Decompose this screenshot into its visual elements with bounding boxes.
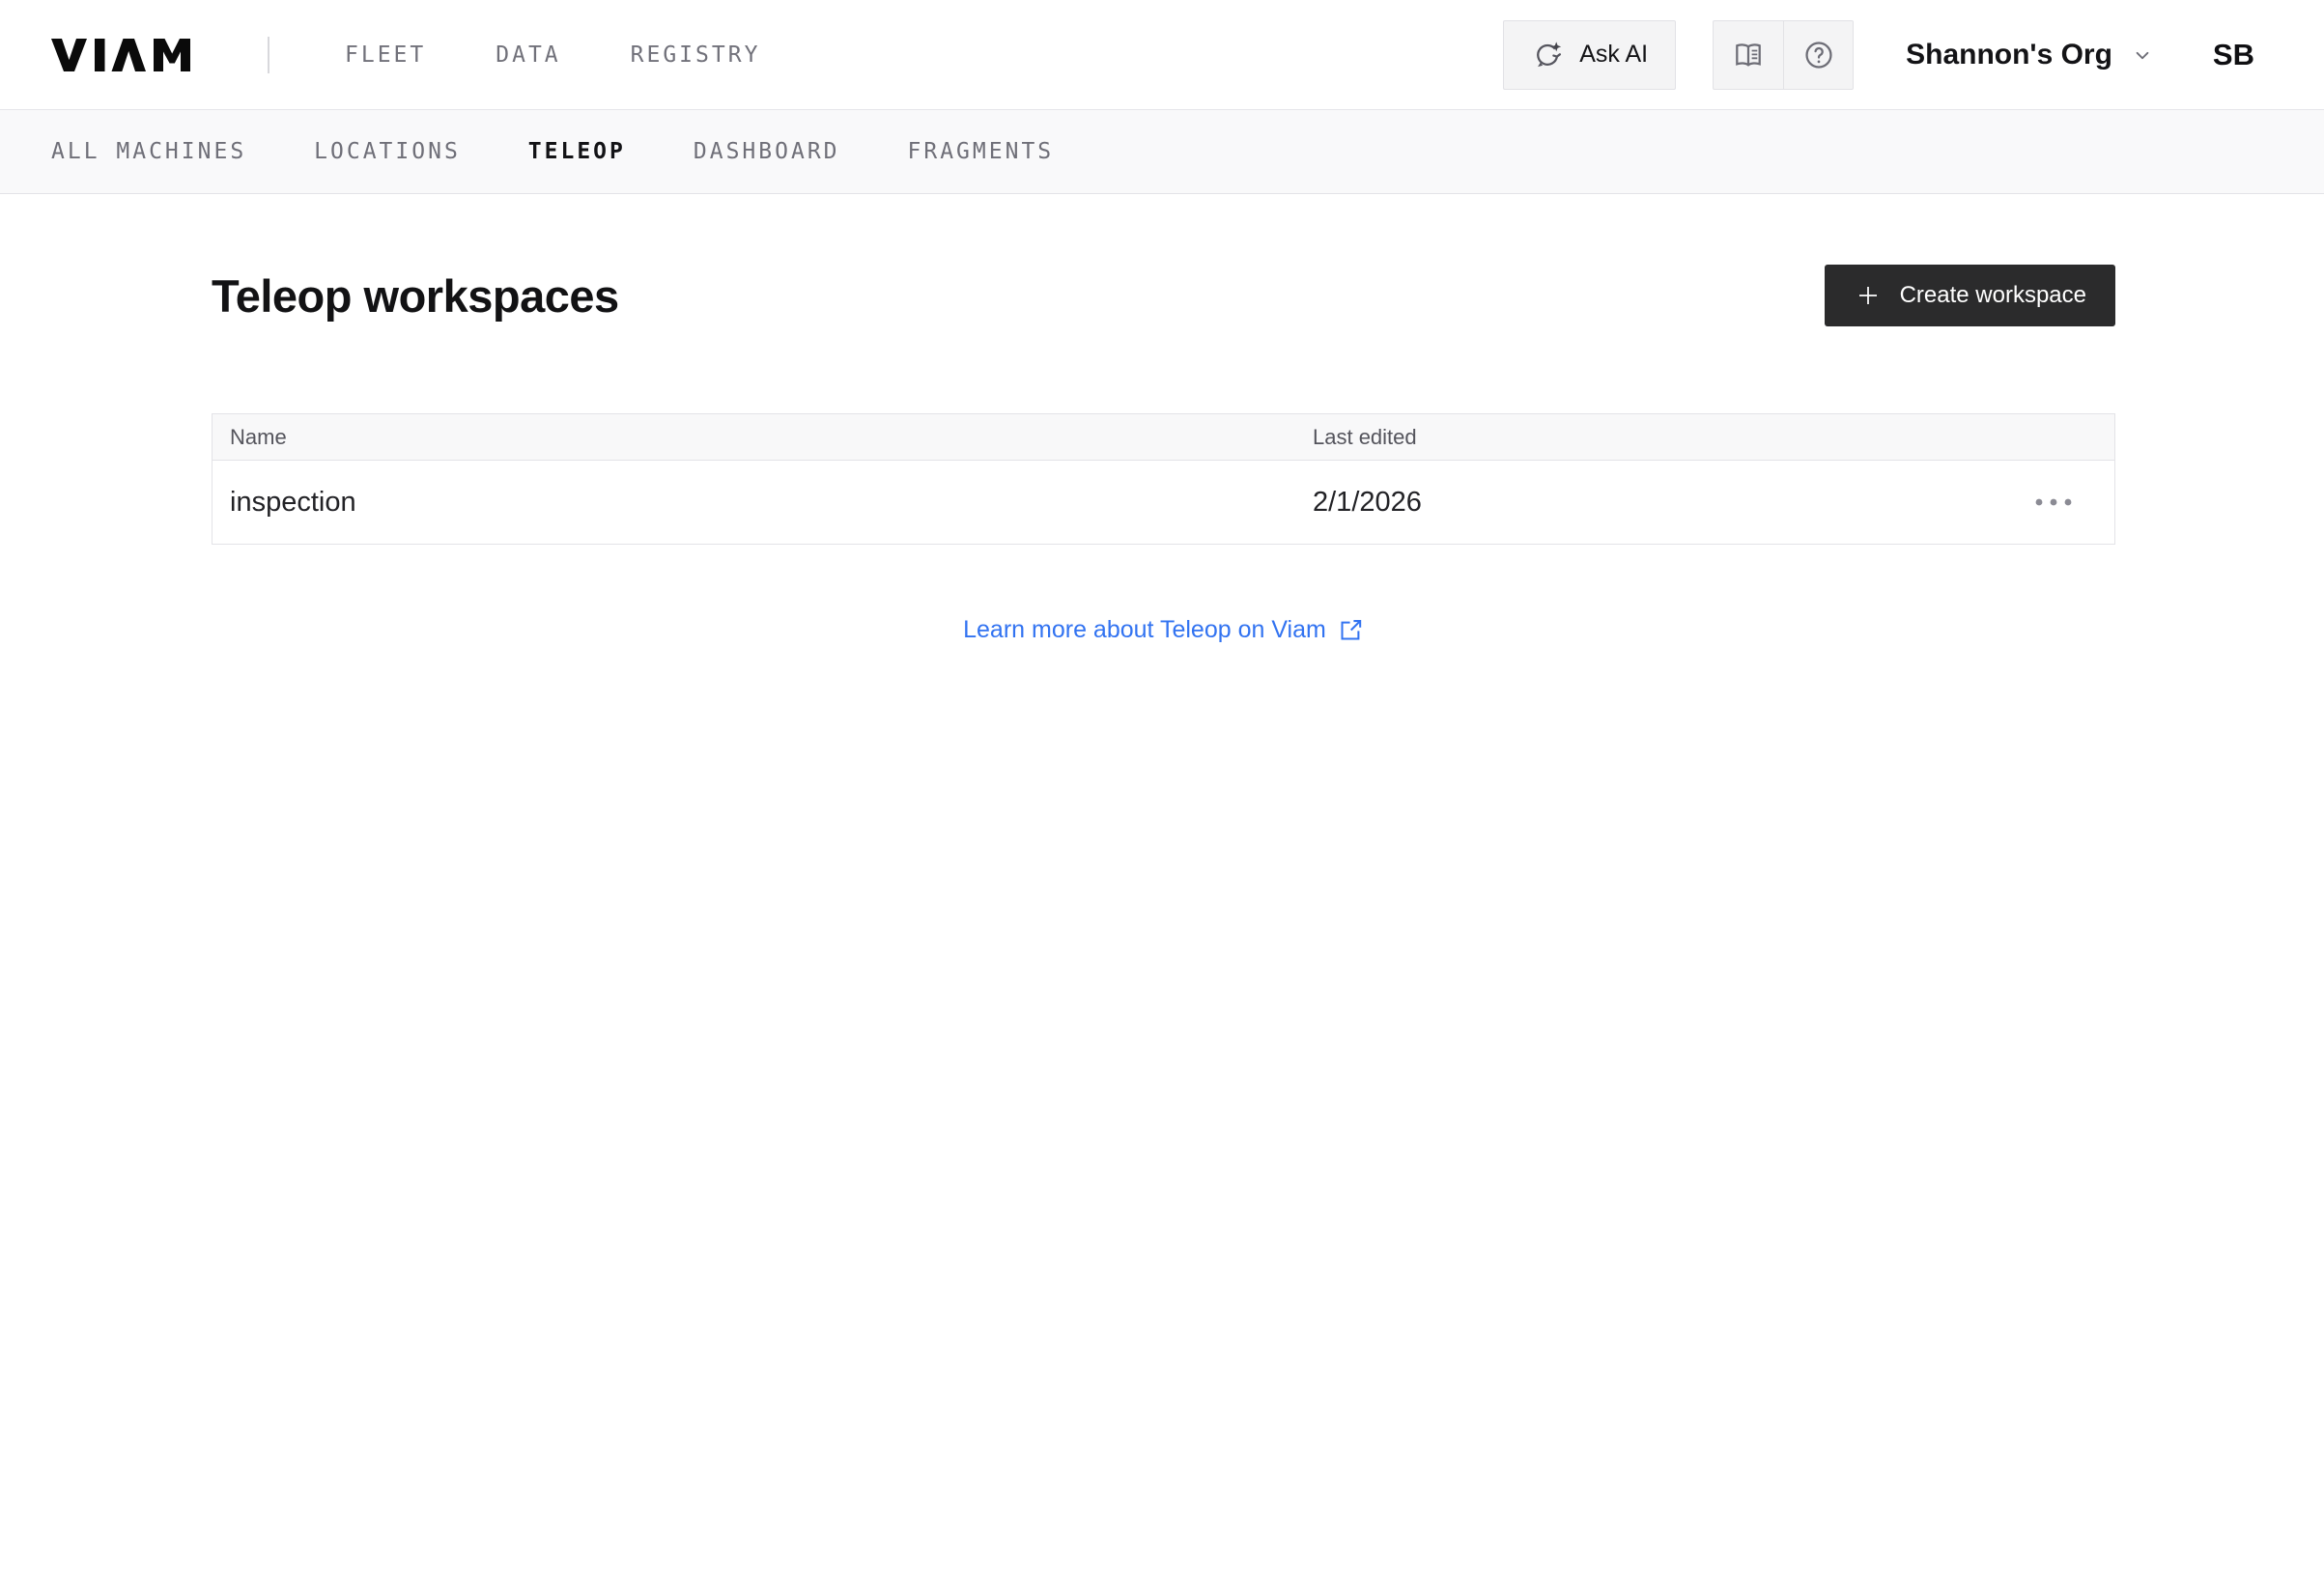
title-row: Teleop workspaces Create workspace	[212, 265, 2115, 326]
tab-teleop[interactable]: TELEOP	[528, 139, 626, 164]
viam-logo[interactable]	[51, 38, 190, 71]
last-edited-cell: 2/1/2026	[1313, 486, 1422, 518]
sparkle-refresh-icon	[1531, 39, 1564, 71]
learn-more-label: Learn more about Teleop on Viam	[963, 616, 1326, 643]
table-header-row: Name Last edited	[213, 414, 2114, 461]
avatar[interactable]: SB	[2213, 38, 2254, 72]
plus-icon	[1854, 281, 1883, 310]
ask-ai-label: Ask AI	[1579, 41, 1649, 68]
page-title: Teleop workspaces	[212, 269, 619, 322]
learn-more-link[interactable]: Learn more about Teleop on Viam	[963, 616, 1364, 644]
table-row[interactable]: inspection 2/1/2026	[213, 461, 2114, 544]
top-header: FLEET DATA REGISTRY Ask AI Shannon's Org…	[0, 0, 2324, 109]
workspaces-table: Name Last edited inspection 2/1/2026	[212, 413, 2115, 545]
main-content: Teleop workspaces Create workspace Name …	[212, 265, 2115, 644]
org-name: Shannon's Org	[1906, 38, 2112, 70]
column-header-last-edited: Last edited	[1313, 424, 1417, 449]
ellipsis-icon	[2033, 496, 2074, 508]
tab-all-machines[interactable]: ALL MACHINES	[51, 139, 246, 164]
column-header-name: Name	[230, 424, 287, 449]
create-workspace-label: Create workspace	[1899, 282, 2086, 308]
open-book-icon	[1731, 38, 1766, 72]
docs-button[interactable]	[1714, 21, 1783, 89]
tab-locations[interactable]: LOCATIONS	[314, 139, 461, 164]
nav-registry[interactable]: REGISTRY	[631, 42, 761, 68]
help-button[interactable]	[1783, 20, 1853, 89]
external-link-icon	[1338, 617, 1364, 643]
row-menu-button[interactable]	[2020, 487, 2087, 518]
header-divider	[268, 36, 269, 73]
ask-ai-button[interactable]: Ask AI	[1503, 19, 1677, 90]
tab-dashboard[interactable]: DASHBOARD	[694, 139, 840, 164]
nav-data[interactable]: DATA	[496, 42, 560, 68]
workspace-name-cell[interactable]: inspection	[213, 487, 1310, 519]
learn-more-row: Learn more about Teleop on Viam	[212, 616, 2115, 644]
fleet-tab-bar: ALL MACHINES LOCATIONS TELEOP DASHBOARD …	[0, 109, 2324, 194]
create-workspace-button[interactable]: Create workspace	[1824, 265, 2115, 326]
org-switcher[interactable]: Shannon's Org	[1906, 39, 2155, 71]
nav-fleet[interactable]: FLEET	[345, 42, 426, 68]
help-icon-group	[1713, 19, 1855, 90]
header-right: Ask AI Shannon's Org SB	[1503, 19, 2254, 90]
chevron-down-icon	[2130, 42, 2155, 68]
primary-nav: FLEET DATA REGISTRY	[345, 42, 760, 68]
tab-fragments[interactable]: FRAGMENTS	[908, 139, 1055, 164]
question-circle-icon	[1801, 38, 1836, 72]
